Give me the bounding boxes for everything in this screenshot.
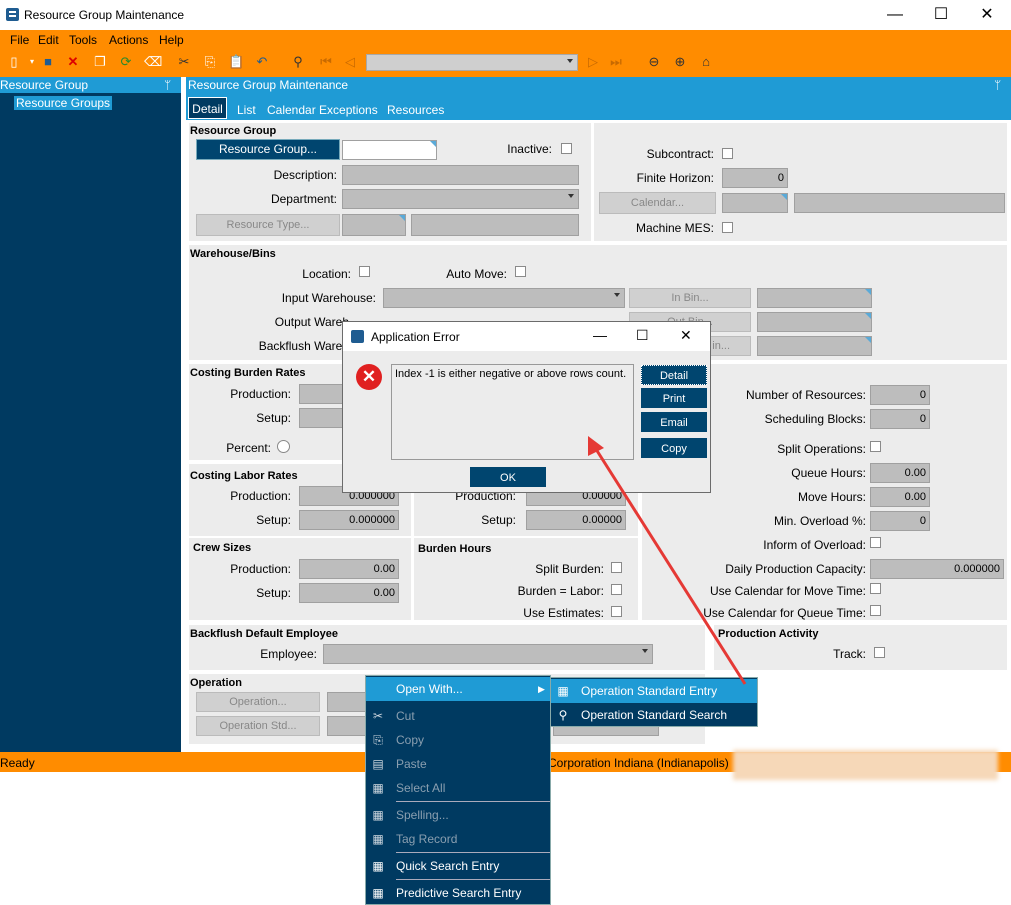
arrow-head xyxy=(588,436,604,456)
annotation-arrow xyxy=(588,436,747,685)
arrow-line xyxy=(592,445,747,685)
